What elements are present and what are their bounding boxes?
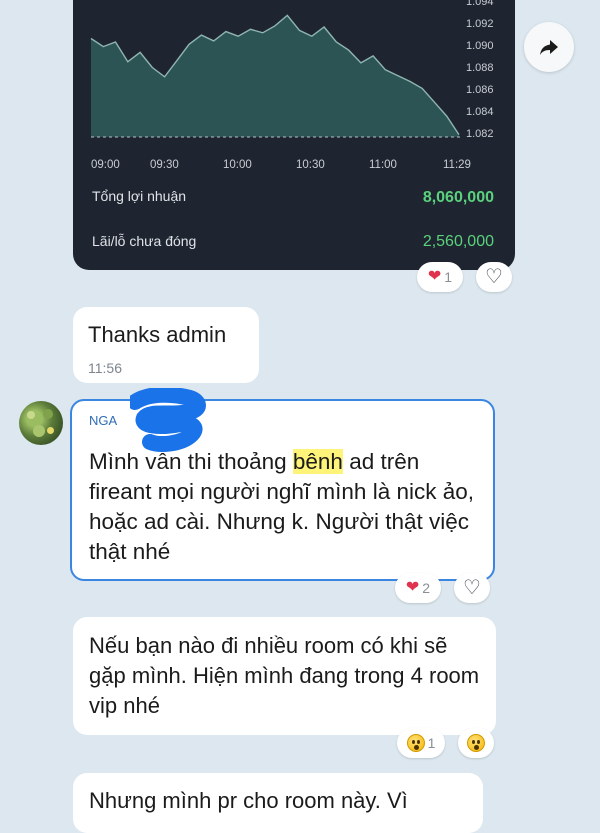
total-profit-value: 8,060,000 [422,189,494,206]
y-tick-label: 1.092 [466,18,494,30]
x-tick-label: 10:30 [296,159,325,171]
y-tick-label: 1.086 [466,84,494,96]
reaction-count: 1 [427,735,436,751]
sender-name: NGA [89,413,118,428]
reaction-summary[interactable]: ❤ 2 [395,573,441,603]
heart-icon: ❤ [427,268,442,285]
message-text: Nhưng mình pr cho room này. Vì [89,788,408,813]
x-tick-label: 11:00 [369,159,397,171]
avatar[interactable] [19,401,63,445]
area-fill [91,15,459,137]
surprised-emoji-icon [467,734,485,752]
reaction-summary[interactable]: 1 [397,728,445,758]
reaction-count: 2 [422,580,431,596]
price-area-chart [90,14,463,138]
heart-outline-icon: ♡ [463,577,481,599]
react-button[interactable]: ♡ [476,262,512,292]
x-tick-label: 09:30 [150,159,179,171]
x-tick-label: 09:00 [91,159,120,171]
unrealized-label: Lãi/lỗ chưa đóng [92,233,197,249]
unrealized-value: 2,560,000 [422,233,494,250]
reaction-count: 1 [444,269,453,285]
message-text: Mình vẫn thi thoảng bênh ad trên fireant… [89,449,475,564]
message-bubble[interactable]: Nhưng mình pr cho room này. Vì [73,773,483,833]
react-button[interactable]: ♡ [454,573,490,603]
react-button[interactable] [458,728,494,758]
forward-icon [540,40,558,55]
y-tick-label: 1.090 [466,40,494,52]
total-profit-label: Tổng lợi nhuận [92,188,187,204]
message-bubble[interactable]: Thanks admin 11:56 [73,307,259,383]
surprised-emoji-icon [406,734,425,752]
trade-chart-card[interactable] [73,0,515,270]
y-tick-label: 1.088 [466,62,494,74]
highlighted-word: bênh [292,449,343,474]
forward-button[interactable] [524,22,574,72]
x-tick-label: 11:29 [443,159,471,171]
message-text: Thanks admin [88,322,227,347]
redaction-scribble [130,388,206,452]
reaction-summary[interactable]: ❤ 1 [417,262,463,292]
heart-outline-icon: ♡ [485,266,503,288]
y-tick-label: 1.084 [466,106,494,118]
message-text: Nếu bạn nào đi nhiều room có khi sẽ gặp … [89,633,480,718]
y-tick-label: 1.082 [466,128,494,140]
y-tick-label: 1.094 [466,0,494,8]
x-tick-label: 10:00 [223,159,252,171]
heart-icon: ❤ [405,579,420,596]
message-bubble[interactable]: Nếu bạn nào đi nhiều room có khi sẽ gặp … [73,617,496,735]
message-time: 11:56 [88,360,122,376]
